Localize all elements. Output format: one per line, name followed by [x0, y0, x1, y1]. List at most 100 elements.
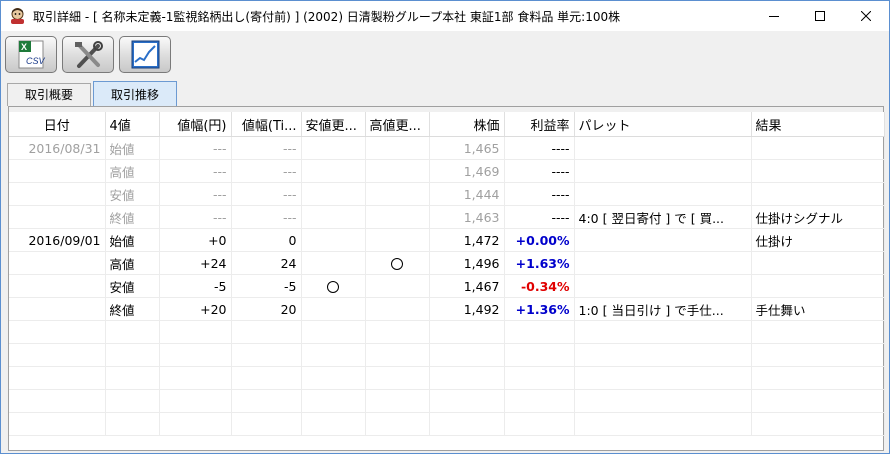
cell-range-yen: ---: [159, 159, 232, 183]
cell-low-update: [301, 251, 366, 275]
empty-row: [9, 366, 885, 390]
empty-cell: [574, 320, 752, 344]
empty-cell: [9, 343, 106, 367]
tab-trade-history[interactable]: 取引推移: [93, 81, 177, 107]
settings-button[interactable]: [62, 36, 114, 73]
cell-date: 2016/09/01: [9, 228, 106, 252]
empty-cell: [301, 389, 366, 413]
chart-icon: [131, 40, 160, 69]
empty-cell: [429, 320, 505, 344]
cell-profit-rate: ----: [504, 159, 575, 183]
chart-button[interactable]: [119, 36, 171, 73]
cell-palette: [574, 274, 752, 298]
close-button[interactable]: [843, 1, 889, 31]
cell-high-update: [365, 274, 430, 298]
cell-range-yen: +20: [159, 297, 232, 321]
col-header-profit-rate[interactable]: 利益率: [504, 112, 575, 137]
table-row[interactable]: 高値 --- --- 1,469 ----: [9, 159, 885, 183]
cell-result: [751, 182, 885, 206]
csv-export-icon: X CSV: [18, 40, 46, 69]
cell-four-value: 安値: [105, 182, 160, 206]
cell-profit-rate: ----: [504, 182, 575, 206]
table-row[interactable]: 高値 +24 24 1,496 +1.63%: [9, 251, 885, 275]
cell-price: 1,444: [429, 182, 505, 206]
empty-cell: [231, 412, 302, 436]
cell-high-update: [365, 228, 430, 252]
empty-cell: [504, 366, 575, 390]
empty-cell: [159, 320, 232, 344]
cell-date: [9, 274, 106, 298]
empty-row: [9, 343, 885, 367]
cell-range-yen: ---: [159, 136, 232, 160]
cell-date: [9, 182, 106, 206]
empty-cell: [159, 343, 232, 367]
cell-range-tick: ---: [231, 159, 302, 183]
col-header-range-yen[interactable]: 値幅(円): [159, 112, 232, 137]
cell-range-yen: +24: [159, 251, 232, 275]
minimize-button[interactable]: [751, 1, 797, 31]
cell-high-update: [365, 136, 430, 160]
col-header-result[interactable]: 結果: [751, 112, 885, 137]
profit-rate-value: +0.00%: [515, 232, 570, 248]
trade-detail-window: 取引詳細 - [ 名称未定義-1監視銘柄出し(寄付前) ] (2002) 日清製…: [0, 0, 890, 454]
table-row[interactable]: 2016/09/01 始値 +0 0 1,472 +0.00% 仕掛け: [9, 228, 885, 252]
empty-cell: [365, 389, 430, 413]
col-header-palette[interactable]: パレット: [574, 112, 752, 137]
col-header-four-values[interactable]: 4値: [105, 112, 160, 137]
maximize-icon: [815, 11, 825, 21]
cell-low-update: [301, 274, 366, 298]
cell-high-update: [365, 205, 430, 229]
cell-four-value: 高値: [105, 251, 160, 275]
toolbar: X CSV: [1, 32, 889, 77]
empty-cell: [301, 366, 366, 390]
cell-price: 1,463: [429, 205, 505, 229]
table-row[interactable]: 2016/08/31 始値 --- --- 1,465 ----: [9, 136, 885, 160]
tab-trade-overview[interactable]: 取引概要: [7, 83, 91, 106]
empty-cell: [231, 343, 302, 367]
cell-high-update: [365, 159, 430, 183]
empty-row: [9, 389, 885, 413]
table-row[interactable]: 安値 --- --- 1,444 ----: [9, 182, 885, 206]
title-bar[interactable]: 取引詳細 - [ 名称未定義-1監視銘柄出し(寄付前) ] (2002) 日清製…: [1, 1, 889, 31]
col-header-range-tick[interactable]: 値幅(Ti...: [231, 112, 302, 137]
cell-high-update: [365, 182, 430, 206]
cell-date: [9, 205, 106, 229]
maximize-button[interactable]: [797, 1, 843, 31]
empty-cell: [574, 366, 752, 390]
close-icon: [860, 10, 872, 22]
empty-cell: [365, 366, 430, 390]
profit-rate-value: ----: [551, 209, 570, 225]
cell-high-update: [365, 251, 430, 275]
empty-cell: [231, 320, 302, 344]
cell-price: 1,469: [429, 159, 505, 183]
cell-low-update: [301, 205, 366, 229]
empty-cell: [105, 320, 160, 344]
cell-price: 1,496: [429, 251, 505, 275]
col-header-price[interactable]: 株価: [429, 112, 505, 137]
empty-cell: [9, 412, 106, 436]
csv-export-button[interactable]: X CSV: [5, 36, 57, 73]
cell-result: 仕掛け: [751, 228, 885, 252]
empty-cell: [301, 343, 366, 367]
empty-cell: [9, 320, 106, 344]
col-header-high-update[interactable]: 高値更...: [365, 112, 430, 137]
table-row[interactable]: 終値 +20 20 1,492 +1.36% 1:0 [ 当日引け ] で手仕... 手仕舞…: [9, 297, 885, 321]
empty-cell: [429, 412, 505, 436]
cell-profit-rate: -0.34%: [504, 274, 575, 298]
cell-profit-rate: +1.63%: [504, 251, 575, 275]
profit-rate-value: +1.36%: [515, 301, 570, 317]
empty-cell: [429, 389, 505, 413]
profit-rate-value: ----: [551, 186, 570, 202]
table-row[interactable]: 終値 --- --- 1,463 ---- 4:0 [ 翌日寄付 ] で [ 買... 仕掛…: [9, 205, 885, 229]
cell-palette: [574, 228, 752, 252]
cell-date: 2016/08/31: [9, 136, 106, 160]
empty-cell: [504, 412, 575, 436]
csv-label: CSV: [26, 56, 46, 66]
cell-result: [751, 136, 885, 160]
col-header-date[interactable]: 日付: [9, 112, 106, 137]
col-header-low-update[interactable]: 安値更...: [301, 112, 366, 137]
cell-four-value: 安値: [105, 274, 160, 298]
cell-range-yen: ---: [159, 205, 232, 229]
empty-cell: [574, 389, 752, 413]
table-row[interactable]: 安値 -5 -5 1,467 -0.34%: [9, 274, 885, 298]
